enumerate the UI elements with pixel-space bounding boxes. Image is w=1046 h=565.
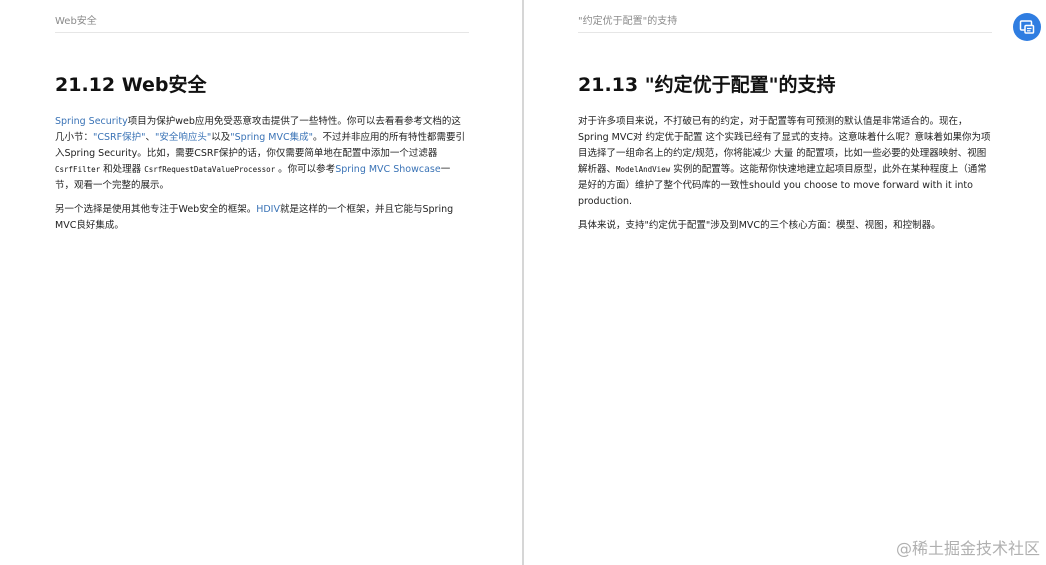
left-page: Web安全 21.12 Web安全 Spring Security项目为保护we… bbox=[0, 0, 522, 565]
right-running-header: "约定优于配置"的支持 bbox=[578, 16, 678, 27]
left-p1-sep: 、 bbox=[145, 132, 155, 143]
floating-chat-button[interactable] bbox=[1013, 13, 1041, 41]
model-and-view-code: ModelAndView bbox=[616, 165, 671, 174]
left-body: Spring Security项目为保护web应用免受恶意攻击提供了一些特性。你… bbox=[55, 114, 469, 242]
right-paragraph-1: 对于许多项目来说，不打破已有的约定，对于配置等有可预测的默认值是非常适合的。现在… bbox=[578, 114, 992, 210]
left-p1-text-2: 以及 bbox=[211, 132, 231, 143]
chat-window-icon bbox=[1019, 20, 1035, 34]
hdiv-link[interactable]: HDIV bbox=[256, 204, 280, 215]
left-running-header: Web安全 bbox=[55, 16, 97, 27]
watermark: @稀土掘金技术社区 bbox=[895, 539, 1040, 558]
left-p2-text-1: 另一个选择是使用其他专注于Web安全的框架。 bbox=[55, 204, 257, 215]
right-page: "约定优于配置"的支持 21.13 "约定优于配置"的支持 对于许多项目来说，不… bbox=[524, 0, 1046, 565]
mvc-showcase-link[interactable]: Spring MVC Showcase bbox=[335, 164, 441, 175]
right-header-rule bbox=[578, 32, 992, 33]
security-headers-link[interactable]: "安全响应头" bbox=[155, 132, 211, 143]
csrf-link[interactable]: "CSRF保护" bbox=[93, 132, 145, 143]
left-paragraph-1: Spring Security项目为保护web应用免受恶意攻击提供了一些特性。你… bbox=[55, 114, 469, 194]
csrf-filter-code: CsrfFilter bbox=[55, 165, 101, 174]
spring-security-link[interactable]: Spring Security bbox=[55, 116, 128, 127]
left-p1-text-4: 和处理器 bbox=[100, 164, 145, 175]
left-p1-text-5: 。你可以参考 bbox=[275, 164, 336, 175]
left-header-rule bbox=[55, 32, 469, 33]
book-spread: Web安全 21.12 Web安全 Spring Security项目为保护we… bbox=[0, 0, 1046, 565]
mvc-integration-link[interactable]: "Spring MVC集成" bbox=[230, 132, 313, 143]
right-section-title: 21.13 "约定优于配置"的支持 bbox=[578, 74, 836, 96]
right-body: 对于许多项目来说，不打破已有的约定，对于配置等有可预测的默认值是非常适合的。现在… bbox=[578, 114, 992, 242]
left-section-title: 21.12 Web安全 bbox=[55, 74, 207, 96]
left-paragraph-2: 另一个选择是使用其他专注于Web安全的框架。HDIV就是这样的一个框架，并且它能… bbox=[55, 202, 469, 234]
csrf-processor-code: CsrfRequestDataValueProcessor bbox=[144, 165, 276, 174]
right-paragraph-2: 具体来说，支持"约定优于配置"涉及到MVC的三个核心方面：模型、视图，和控制器。 bbox=[578, 220, 941, 231]
